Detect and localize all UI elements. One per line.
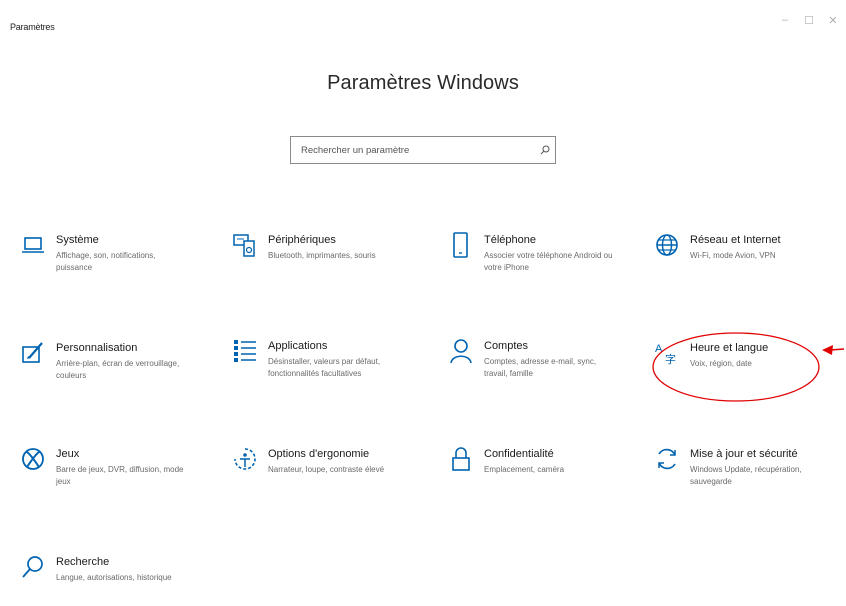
tile-description: Comptes, adresse e-mail, sync, travail, … [484, 357, 597, 378]
title-bar: Paramètres – ☐ ✕ [0, 0, 846, 46]
tile-options-ergonomie[interactable]: Options d'ergonomie Narrateur, loupe, co… [232, 446, 422, 476]
search-box[interactable] [290, 136, 556, 164]
tile-description: Désinstaller, valeurs par défaut, foncti… [268, 357, 381, 378]
tile-description: Associer votre téléphone Android ou votr… [484, 251, 613, 272]
personalization-icon [20, 340, 56, 370]
tile-name: Système [56, 234, 99, 246]
tile-peripheriques[interactable]: Périphériques Bluetooth, imprimantes, so… [232, 232, 422, 262]
globe-icon [654, 232, 690, 262]
update-icon [654, 446, 690, 476]
tile-name: Confidentialité [484, 448, 554, 460]
tile-name: Périphériques [268, 234, 336, 246]
tile-description: Windows Update, récupération, sauvegarde [690, 465, 802, 486]
minimize-button[interactable]: – [778, 14, 792, 27]
tile-name: Comptes [484, 340, 529, 352]
search-icon [20, 554, 56, 584]
apps-list-icon [232, 338, 268, 368]
tile-description: Affichage, son, notifications, puissance [56, 251, 156, 272]
tile-description: Arrière-plan, écran de verrouillage, cou… [56, 359, 180, 380]
close-button[interactable]: ✕ [826, 14, 840, 27]
xbox-icon [20, 446, 56, 476]
tile-recherche[interactable]: Recherche Langue, autorisations, histori… [20, 554, 210, 584]
tile-name: Réseau et Internet [690, 234, 781, 246]
tile-name: Heure et langue [690, 342, 769, 354]
tile-name: Recherche [56, 556, 110, 568]
tile-description: Emplacement, caméra [484, 465, 565, 474]
time-language-icon: A字 [654, 340, 690, 370]
lock-icon [448, 446, 484, 476]
tile-description: Bluetooth, imprimantes, souris [268, 251, 376, 260]
tile-description: Narrateur, loupe, contraste élevé [268, 465, 385, 474]
phone-icon [448, 232, 484, 262]
tile-personnalisation[interactable]: Personnalisation Arrière-plan, écran de … [20, 340, 210, 382]
tile-comptes[interactable]: Comptes Comptes, adresse e-mail, sync, t… [448, 338, 638, 380]
window-title: Paramètres [10, 22, 55, 32]
tile-heure-langue[interactable]: A字 Heure et langue Voix, région, date [654, 340, 844, 370]
tile-confidentialite[interactable]: Confidentialité Emplacement, caméra [448, 446, 638, 476]
tile-description: Voix, région, date [690, 359, 752, 368]
laptop-icon [20, 232, 56, 262]
tile-description: Barre de jeux, DVR, diffusion, mode jeux [56, 465, 184, 486]
tile-systeme[interactable]: Système Affichage, son, notifications, p… [20, 232, 210, 274]
svg-text:A: A [655, 343, 663, 355]
tile-name: Mise à jour et sécurité [690, 448, 798, 460]
page-title: Paramètres Windows [327, 72, 519, 94]
tile-name: Options d'ergonomie [268, 448, 370, 460]
tile-name: Personnalisation [56, 342, 138, 354]
devices-icon [232, 232, 268, 262]
tile-name: Téléphone [484, 234, 536, 246]
tile-description: Langue, autorisations, historique [56, 573, 172, 582]
tile-name: Jeux [56, 448, 80, 460]
tile-mise-a-jour-securite[interactable]: Mise à jour et sécurité Windows Update, … [654, 446, 844, 488]
tile-description: Wi-Fi, mode Avion, VPN [690, 251, 776, 260]
search-icon[interactable] [535, 145, 555, 155]
tile-jeux[interactable]: Jeux Barre de jeux, DVR, diffusion, mode… [20, 446, 210, 488]
ease-of-access-icon [232, 446, 268, 476]
maximize-button[interactable]: ☐ [802, 14, 816, 27]
tile-name: Applications [268, 340, 328, 352]
tile-reseau-internet[interactable]: Réseau et Internet Wi-Fi, mode Avion, VP… [654, 232, 844, 262]
tile-telephone[interactable]: Téléphone Associer votre téléphone Andro… [448, 232, 638, 274]
tile-applications[interactable]: Applications Désinstaller, valeurs par d… [232, 338, 422, 380]
window-controls: – ☐ ✕ [778, 14, 840, 27]
svg-text:字: 字 [665, 352, 676, 366]
person-icon [448, 338, 484, 368]
search-input[interactable] [291, 137, 535, 163]
